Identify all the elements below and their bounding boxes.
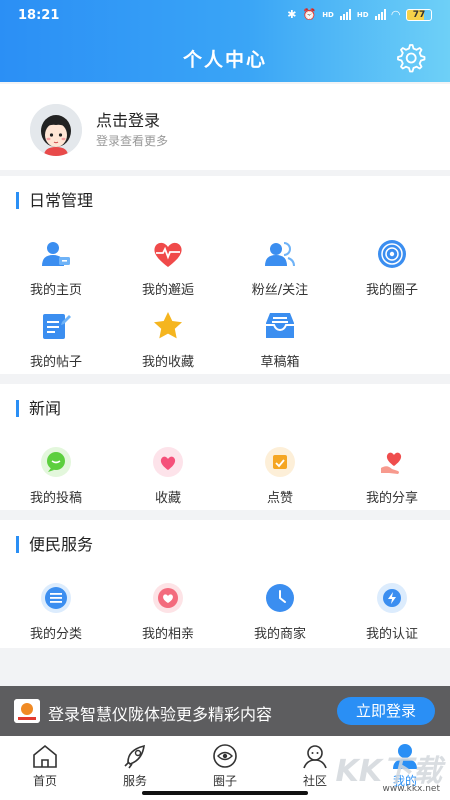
avatar-icon	[30, 104, 82, 156]
status-bar: 18:21 ✱ ⏰ HD HD ◠ 77	[18, 6, 432, 26]
login-card[interactable]: 点击登录 登录查看更多	[0, 84, 450, 170]
login-now-button[interactable]: 立即登录	[337, 697, 435, 725]
login-banner: 登录智慧仪陇体验更多精彩内容 立即登录	[0, 686, 450, 736]
hd-badge: HD	[322, 10, 334, 19]
section-title-news: 新闻	[16, 400, 61, 417]
section-daily: 日常管理 我的主页 我的邂逅 粉丝/关注 我的圈子 我的帖子 我的收藏 草稿箱	[0, 176, 450, 374]
menu-item-label: 我的认证	[365, 627, 418, 642]
tab-circle[interactable]: 圈子	[180, 736, 270, 789]
menu-item-merchants[interactable]: 我的商家	[224, 582, 336, 642]
menu-item-shares[interactable]: 我的分享	[336, 446, 448, 506]
login-title[interactable]: 点击登录	[96, 107, 160, 131]
eye-circle-icon	[213, 744, 237, 768]
tab-label: 服务	[122, 774, 147, 788]
alarm-icon: ⏰	[302, 8, 317, 21]
section-title-service: 便民服务	[16, 536, 93, 553]
community-icon	[303, 745, 327, 769]
menu-item-label: 我的主页	[29, 283, 82, 298]
list-icon	[41, 583, 71, 613]
fans-icon	[265, 242, 295, 267]
heart-pulse-icon	[154, 242, 182, 267]
menu-item-submissions[interactable]: 我的投稿	[0, 446, 112, 506]
drafts-tray-icon	[266, 313, 294, 338]
star-icon	[154, 312, 182, 339]
couple-icon	[153, 583, 183, 613]
menu-item-favorites[interactable]: 我的收藏	[112, 310, 224, 370]
signal-icon	[339, 9, 351, 20]
app-logo-icon	[14, 699, 40, 723]
battery-icon: 77	[406, 8, 432, 21]
bluetooth-icon: ✱	[287, 8, 297, 21]
menu-item-label: 我的邂逅	[141, 283, 194, 298]
hd-badge-2: HD	[356, 10, 369, 19]
menu-item-label: 我的分类	[29, 627, 82, 642]
menu-item-circle[interactable]: 我的圈子	[336, 238, 448, 298]
menu-item-posts[interactable]: 我的帖子	[0, 310, 112, 370]
status-icons: ✱ ⏰ HD HD ◠ 77	[287, 8, 432, 21]
avatar[interactable]	[30, 104, 82, 156]
like-box-icon	[265, 447, 295, 477]
wifi-icon: ◠	[391, 8, 400, 21]
menu-item-collect[interactable]: 收藏	[112, 446, 224, 506]
login-subtitle: 登录查看更多	[96, 134, 169, 148]
menu-item-verification[interactable]: 我的认证	[336, 582, 448, 642]
menu-item-label: 我的帖子	[29, 355, 82, 370]
user-card-icon	[42, 242, 70, 266]
home-indicator[interactable]	[142, 791, 308, 795]
menu-item-encounter[interactable]: 我的邂逅	[112, 238, 224, 298]
watermark-url: www.kkx.net	[382, 784, 441, 794]
menu-item-categories[interactable]: 我的分类	[0, 582, 112, 642]
page-title: 个人中心	[182, 49, 267, 71]
menu-item-label: 我的圈子	[365, 283, 418, 298]
rocket-icon	[124, 744, 145, 769]
gear-icon[interactable]	[394, 42, 426, 74]
menu-item-label: 我的相亲	[141, 627, 194, 642]
menu-item-label: 草稿箱	[260, 355, 300, 370]
menu-item-drafts[interactable]: 草稿箱	[224, 310, 336, 370]
header: 18:21 ✱ ⏰ HD HD ◠ 77 个人中心	[0, 0, 450, 82]
verified-icon	[377, 583, 407, 613]
hand-heart-icon	[381, 452, 402, 474]
menu-item-matchmaking[interactable]: 我的相亲	[112, 582, 224, 642]
post-edit-icon	[43, 314, 71, 339]
heart-badge-icon	[153, 447, 183, 477]
section-news: 新闻 我的投稿 收藏 点赞 我的分享	[0, 384, 450, 510]
status-time: 18:21	[18, 8, 60, 23]
tab-label: 圈子	[212, 774, 237, 788]
menu-item-label: 我的商家	[253, 627, 306, 642]
clock-icon	[266, 584, 294, 612]
menu-item-label: 收藏	[154, 491, 181, 506]
tab-service[interactable]: 服务	[90, 736, 180, 789]
menu-item-label: 点赞	[266, 491, 293, 506]
menu-item-likes[interactable]: 点赞	[224, 446, 336, 506]
chat-bubble-icon	[41, 447, 71, 477]
signal-icon-2	[374, 9, 386, 20]
tab-label: 首页	[32, 774, 57, 788]
menu-item-label: 我的分享	[365, 491, 418, 506]
menu-item-label: 粉丝/关注	[251, 283, 309, 298]
circle-icon	[378, 240, 406, 268]
banner-text: 登录智慧仪陇体验更多精彩内容	[48, 705, 273, 724]
menu-item-label: 我的投稿	[29, 491, 82, 506]
section-service: 便民服务 我的分类 我的相亲 我的商家 我的认证	[0, 520, 450, 648]
menu-item-homepage[interactable]: 我的主页	[0, 238, 112, 298]
tab-home[interactable]: 首页	[0, 736, 90, 789]
menu-item-fans[interactable]: 粉丝/关注	[224, 238, 336, 298]
menu-item-label: 我的收藏	[141, 355, 194, 370]
home-icon	[33, 744, 57, 768]
section-title-daily: 日常管理	[16, 192, 93, 209]
